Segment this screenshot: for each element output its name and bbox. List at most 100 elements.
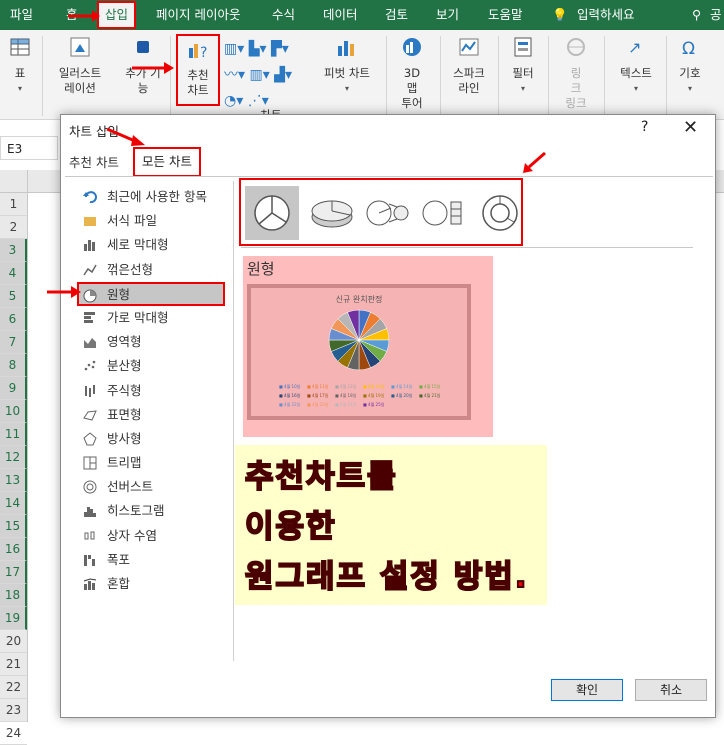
doughnut-subtype-button[interactable] [473, 186, 527, 240]
category-column[interactable]: 세로 막대형 [79, 233, 229, 257]
filters-button[interactable]: 필터 ▾ [506, 34, 540, 96]
row-number[interactable]: 5 [0, 285, 27, 308]
category-waterfall[interactable]: 폭포 [79, 548, 229, 572]
row-number[interactable]: 4 [0, 262, 27, 285]
tab-view[interactable]: 보기 [436, 0, 459, 30]
mini-legend-entry: ■ 4월 19일 [363, 393, 385, 398]
pivot-chart-button[interactable]: 피벗 차트 ▾ [318, 34, 376, 96]
row-number[interactable]: 24 [0, 722, 27, 745]
scatter-chart-icon [84, 361, 96, 371]
mini-legend-entry: ■ 4월 17일 [307, 393, 329, 398]
category-combo[interactable]: 혼합 [79, 572, 229, 596]
annotation-note: 추천차트를 이용한 원그래프 설정 방법. [235, 445, 547, 605]
row-number[interactable]: 13 [0, 469, 27, 492]
pie-subtype-button[interactable] [245, 186, 299, 240]
illustrations-icon [70, 37, 90, 57]
row-number[interactable]: 15 [0, 515, 27, 538]
mini-legend-entry: ■ 4월 22일 [279, 402, 301, 407]
share-label[interactable]: 공 [710, 0, 722, 30]
row-number[interactable]: 20 [0, 630, 27, 653]
row-number[interactable]: 7 [0, 331, 27, 354]
illustrations-button[interactable]: 일러스트 레이션 [50, 34, 110, 96]
ok-button[interactable]: 확인 [551, 679, 623, 701]
3d-map-button[interactable]: 3D 맵 투어 [394, 34, 430, 111]
table-button[interactable]: 표 ▾ [6, 34, 34, 96]
category-area[interactable]: 영역형 [79, 330, 229, 354]
tab-data[interactable]: 데이터 [323, 0, 358, 30]
row-number[interactable]: 6 [0, 308, 27, 331]
select-all-corner[interactable] [0, 170, 27, 193]
bar-of-pie-icon [422, 200, 462, 226]
share-icon[interactable]: ⚲ [692, 0, 701, 30]
line-chart-icon[interactable]: 〰▾ ▥▾ ▟▾ [224, 62, 314, 88]
category-recent[interactable]: 최근에 사용한 항목 [79, 185, 229, 209]
symbols-button[interactable]: Ω 기호 ▾ [674, 34, 706, 96]
recommended-charts-icon: ? [189, 44, 207, 61]
row-number[interactable]: 18 [0, 584, 27, 607]
row-number[interactable]: 9 [0, 377, 27, 400]
tab-formulas[interactable]: 수식 [272, 0, 295, 30]
tab-help[interactable]: 도움말 [488, 0, 523, 30]
recommended-charts-label-2: 차트 [187, 83, 209, 97]
sparklines-button[interactable]: 스파크 라인 [448, 34, 490, 96]
row-number[interactable]: 21 [0, 653, 27, 676]
row-number[interactable]: 8 [0, 354, 27, 377]
category-box-whisker[interactable]: 상자 수염 [79, 524, 229, 548]
tab-page-layout[interactable]: 페이지 레이아웃 [156, 0, 240, 30]
mini-legend-entry: ■ 4월 12일 [335, 384, 357, 389]
tell-me-icon[interactable]: 💡 [552, 0, 568, 30]
row-number[interactable]: 16 [0, 538, 27, 561]
row-number[interactable]: 11 [0, 423, 27, 446]
cancel-button[interactable]: 취소 [635, 679, 707, 701]
tab-file[interactable]: 파일 [10, 0, 33, 30]
category-radar[interactable]: 방사형 [79, 427, 229, 451]
sunburst-icon [83, 480, 97, 494]
tab-insert[interactable]: 삽입 [97, 1, 137, 29]
column-chart-icon[interactable]: ▥▾ ▙▾ ▛▾ [224, 36, 314, 62]
tab-review[interactable]: 검토 [385, 0, 408, 30]
red-arrow-icon [132, 62, 174, 74]
chart-preview[interactable]: 원형 신규 완치판정 ■ 4월 10일 ■ 4월 11일 ■ 4월 12일 ■ 4월 … [243, 256, 493, 437]
mini-legend-entry: ■ 4월 10일 [279, 384, 301, 389]
category-histogram[interactable]: 히스토그램 [79, 499, 229, 523]
omega-icon: Ω [682, 39, 695, 59]
category-line[interactable]: 꺾은선형 [79, 258, 229, 282]
link-icon [567, 38, 585, 56]
category-templates[interactable]: 서식 파일 [79, 209, 229, 233]
text-button[interactable]: ↗ 텍스트 ▾ [612, 34, 660, 96]
3d-pie-subtype-button[interactable] [305, 186, 359, 240]
svg-text:Ω: Ω [682, 39, 695, 58]
category-sunburst[interactable]: 선버스트 [79, 475, 229, 499]
row-number[interactable]: 12 [0, 446, 27, 469]
bar-of-pie-subtype-button[interactable] [417, 186, 471, 240]
row-number[interactable]: 14 [0, 492, 27, 515]
chart-type-gallery[interactable]: ▥▾ ▙▾ ▛▾ 〰▾ ▥▾ ▟▾ ◔▾ ⋰▾ [224, 36, 314, 114]
tell-me-input[interactable]: 입력하세요 [577, 0, 635, 30]
row-number[interactable]: 17 [0, 561, 27, 584]
row-number[interactable]: 3 [0, 239, 27, 262]
row-number[interactable]: 22 [0, 676, 27, 699]
tab-all-charts[interactable]: 모든 차트 [133, 147, 201, 177]
category-bar[interactable]: 가로 막대형 [79, 306, 229, 330]
category-pie[interactable]: 원형 [77, 281, 225, 306]
illustrations-label-1: 일러스트 [58, 66, 102, 80]
category-treemap[interactable]: 트리맵 [79, 451, 229, 475]
help-button[interactable]: ? [641, 119, 648, 135]
mini-legend-entry: ■ 4월 18일 [335, 393, 357, 398]
row-number[interactable]: 1 [0, 193, 27, 216]
name-box[interactable]: E3 [0, 136, 58, 160]
tab-recommended-charts[interactable]: 추천 차트 [69, 151, 119, 175]
mini-legend-entry: ■ 4월 13일 [363, 384, 385, 389]
pie-of-pie-subtype-button[interactable] [361, 186, 415, 240]
recommended-charts-button[interactable]: ? 추천 차트 [176, 34, 220, 106]
addins-icon [137, 41, 149, 53]
close-button[interactable]: ✕ [683, 117, 698, 138]
folder-icon [84, 217, 96, 227]
category-scatter[interactable]: 분산형 [79, 354, 229, 378]
category-surface[interactable]: 표면형 [79, 403, 229, 427]
row-number[interactable]: 19 [0, 607, 27, 630]
row-number[interactable]: 23 [0, 699, 27, 722]
row-number[interactable]: 2 [0, 216, 27, 239]
category-stock[interactable]: 주식형 [79, 379, 229, 403]
row-number[interactable]: 10 [0, 400, 27, 423]
